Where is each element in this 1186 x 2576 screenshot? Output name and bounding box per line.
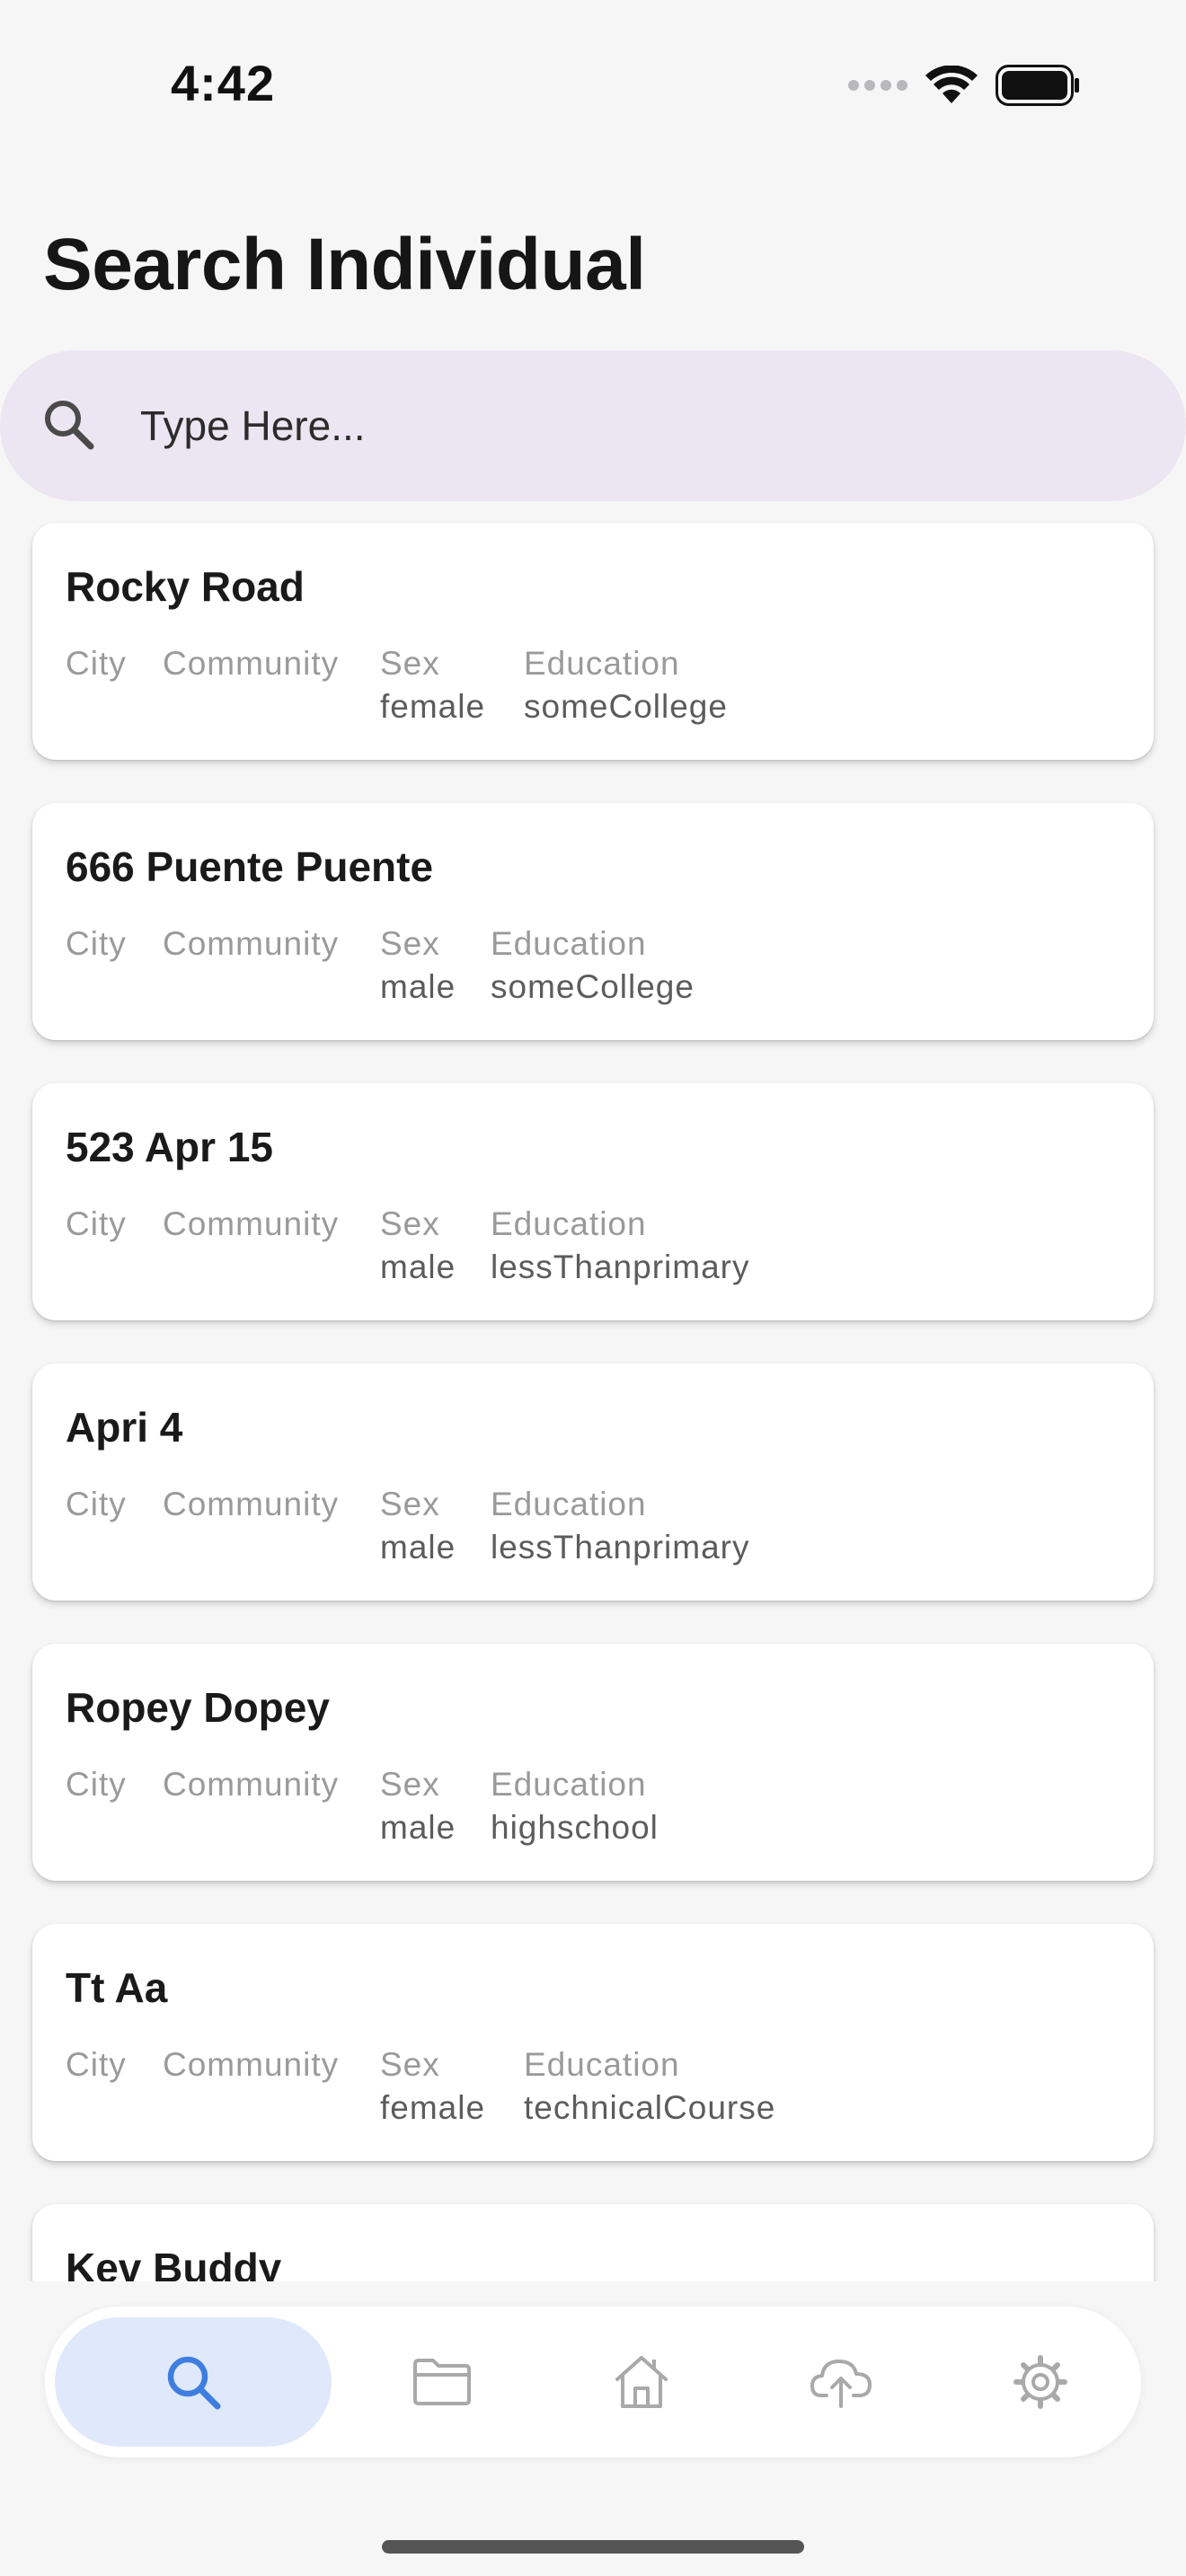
field-community: Community bbox=[163, 645, 339, 688]
search-input[interactable] bbox=[140, 392, 1111, 460]
field-education: Education someCollege bbox=[491, 925, 695, 1006]
nav-home-button[interactable] bbox=[552, 2317, 731, 2447]
folder-icon bbox=[413, 2359, 471, 2405]
individual-card[interactable]: Rocky Road City Community Sex female Educatio… bbox=[32, 523, 1154, 760]
individual-name: Ropey Dopey bbox=[66, 1684, 330, 1731]
field-label-city: City bbox=[66, 925, 127, 962]
field-value-sex: male bbox=[380, 1529, 456, 1566]
field-label-city: City bbox=[66, 1205, 127, 1242]
individual-card[interactable]: Kev BuddyCityCommunitySexEducation bbox=[32, 2204, 1154, 2281]
field-label-sex: Sex bbox=[380, 1486, 440, 1522]
field-value-sex: male bbox=[380, 1809, 456, 1846]
field-label-community: Community bbox=[163, 925, 340, 962]
field-value-education: lessThanprimary bbox=[491, 1529, 750, 1566]
home-icon bbox=[615, 2356, 668, 2408]
field-value-education: lessThanprimary bbox=[491, 1248, 750, 1285]
field-education: Education technicalCourse bbox=[524, 2046, 775, 2127]
field-label-community: Community bbox=[163, 645, 340, 682]
field-label-education: Education bbox=[491, 1486, 647, 1522]
field-label-city: City bbox=[66, 1486, 127, 1522]
field-community: Community bbox=[163, 1766, 339, 1809]
field-education: Education lessThanprimary bbox=[491, 1205, 749, 1286]
field-label-city: City bbox=[66, 645, 127, 682]
individual-card[interactable]: 666 Puente Puente City Community Sex male Edu… bbox=[32, 803, 1154, 1040]
field-label-education: Education bbox=[524, 2046, 680, 2083]
field-label-sex: Sex bbox=[380, 925, 440, 962]
field-label-sex: Sex bbox=[380, 1205, 440, 1242]
field-sex: Sex male bbox=[380, 1766, 456, 1847]
search-bar[interactable] bbox=[0, 350, 1186, 501]
field-sex: Sex male bbox=[380, 925, 456, 1006]
field-value-education: technicalCourse bbox=[524, 2089, 776, 2126]
individual-card[interactable]: Apri 4 City Community Sex male Education lessT… bbox=[32, 1363, 1154, 1601]
nav-settings-button[interactable] bbox=[951, 2317, 1130, 2447]
field-education: Education highschool bbox=[491, 1766, 659, 1847]
individual-name: 523 Apr 15 bbox=[66, 1124, 273, 1170]
field-label-sex: Sex bbox=[380, 2046, 440, 2083]
individual-name: Kev Buddy bbox=[66, 2245, 282, 2281]
individual-name: Apri 4 bbox=[66, 1404, 183, 1451]
field-label-community: Community bbox=[163, 1205, 340, 1242]
individuals-list[interactable]: Rocky Road City Community Sex female Educatio… bbox=[0, 0, 1186, 2281]
nav-folder-button[interactable] bbox=[352, 2317, 532, 2447]
bottom-nav bbox=[45, 2307, 1141, 2457]
field-community: Community bbox=[163, 1486, 339, 1529]
field-label-city: City bbox=[66, 2046, 127, 2083]
field-community: Community bbox=[163, 1205, 339, 1248]
field-education: Education lessThanprimary bbox=[491, 1486, 749, 1566]
individual-name: Rocky Road bbox=[66, 563, 305, 610]
field-sex: Sex female bbox=[380, 645, 485, 726]
field-value-sex: male bbox=[380, 1248, 456, 1285]
search-icon bbox=[167, 2356, 221, 2410]
individual-card[interactable]: Ropey Dopey City Community Sex male Education… bbox=[32, 1644, 1154, 1881]
page-title: Search Individual bbox=[43, 224, 646, 305]
field-value-sex: female bbox=[380, 2089, 486, 2126]
field-community: Community bbox=[163, 925, 339, 968]
field-value-education: someCollege bbox=[491, 968, 695, 1005]
field-value-education: highschool bbox=[491, 1809, 659, 1846]
field-label-education: Education bbox=[524, 645, 680, 682]
field-label-community: Community bbox=[163, 1766, 340, 1803]
nav-upload-button[interactable] bbox=[751, 2317, 931, 2447]
field-sex: Sex female bbox=[380, 2046, 485, 2127]
individual-card[interactable]: Tt Aa City Community Sex female Education tech… bbox=[32, 1924, 1154, 2161]
home-indicator bbox=[382, 2540, 804, 2554]
field-value-sex: female bbox=[380, 688, 486, 725]
field-label-city: City bbox=[66, 1766, 127, 1803]
field-education: Education someCollege bbox=[524, 645, 728, 726]
search-icon bbox=[45, 401, 94, 450]
field-city: City bbox=[66, 2046, 127, 2089]
field-sex: Sex male bbox=[380, 1486, 456, 1566]
field-label-community: Community bbox=[163, 1486, 340, 1522]
field-city: City bbox=[66, 645, 127, 688]
cloud-upload-icon bbox=[810, 2360, 872, 2408]
field-city: City bbox=[66, 925, 127, 968]
individual-name: Tt Aa bbox=[66, 1964, 168, 2011]
gear-icon bbox=[1013, 2355, 1067, 2409]
field-value-sex: male bbox=[380, 968, 456, 1005]
field-label-education: Education bbox=[491, 925, 647, 962]
field-city: City bbox=[66, 1205, 127, 1248]
field-label-community: Community bbox=[163, 2046, 340, 2083]
field-label-education: Education bbox=[491, 1766, 647, 1803]
field-label-sex: Sex bbox=[380, 645, 440, 682]
field-city: City bbox=[66, 1486, 127, 1529]
individual-card[interactable]: 523 Apr 15 City Community Sex male Education l… bbox=[32, 1083, 1154, 1320]
field-label-education: Education bbox=[491, 1205, 647, 1242]
field-city: City bbox=[66, 1766, 127, 1809]
field-community: Community bbox=[163, 2046, 339, 2089]
field-label-sex: Sex bbox=[380, 1766, 440, 1803]
individual-name: 666 Puente Puente bbox=[66, 843, 434, 890]
field-value-education: someCollege bbox=[524, 688, 728, 725]
nav-search-button[interactable] bbox=[55, 2317, 332, 2447]
field-sex: Sex male bbox=[380, 1205, 456, 1286]
